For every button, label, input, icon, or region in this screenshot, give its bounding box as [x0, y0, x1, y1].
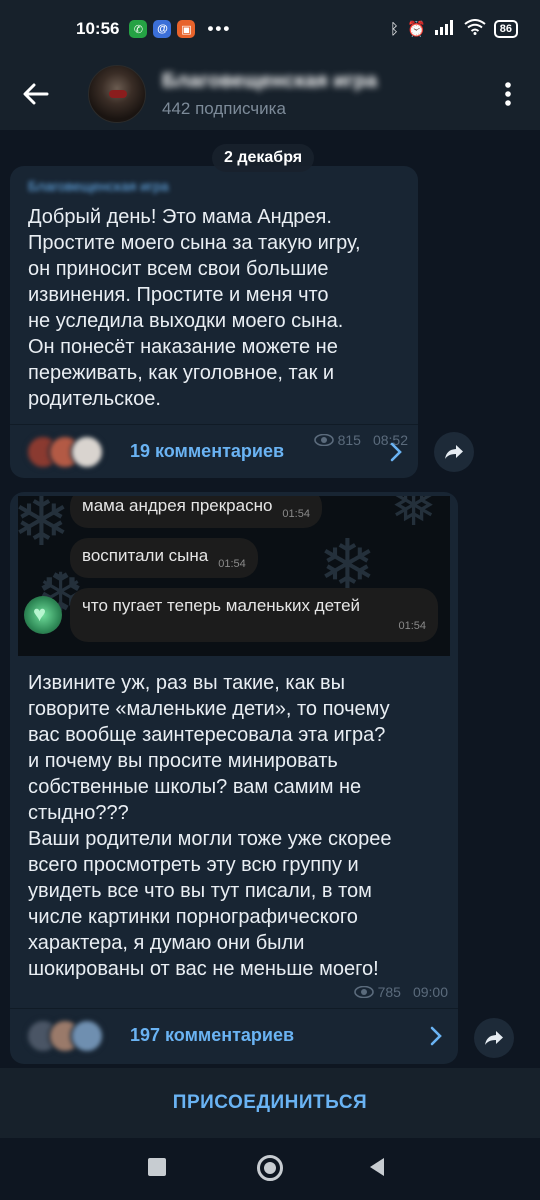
channel-post[interactable]: Благовещенская игра Добрый день! Это мам… [10, 166, 418, 478]
chat-area[interactable]: Благовещенская игра Добрый день! Это мам… [0, 130, 540, 1068]
bluetooth-icon: ᛒ [390, 20, 400, 38]
embedded-message-text: мама андрея прекрасно [82, 496, 273, 515]
channel-avatar[interactable] [88, 65, 146, 123]
vertical-dots-icon [505, 82, 511, 106]
status-bar: 10:56 ✆ @ ▣ ••• ᛒ ⏰ 86 [0, 0, 540, 58]
menu-button[interactable] [488, 58, 528, 130]
embedded-screenshot[interactable]: ❄ ❄ ❅ ❆ мама андрея прекрасно 01:54 воспи… [18, 496, 450, 656]
chevron-right-icon [430, 1026, 442, 1045]
embedded-message: что пугает теперь маленьких детей 01:54 [70, 588, 438, 642]
comments-button[interactable]: 197 комментариев [10, 1008, 458, 1062]
status-right-icons: ᛒ ⏰ 86 [390, 19, 518, 39]
post-time: 09:00 [412, 984, 448, 1000]
share-icon [445, 445, 463, 459]
app-icon: ▣ [177, 20, 196, 38]
status-overflow: ••• [207, 19, 232, 38]
join-button[interactable]: ПРИСОЕДИНИТЬСЯ [0, 1068, 540, 1138]
share-button[interactable] [474, 1018, 514, 1058]
post-text: Извините уж, раз вы такие, как вы говори… [28, 672, 392, 980]
signal-icon [434, 19, 456, 39]
snowflake-decoration: ❄ [18, 496, 71, 560]
commenter-avatars [26, 434, 116, 469]
chat-header: Благовещенская игра 442 подписчика [0, 58, 540, 130]
whatsapp-icon: ✆ [129, 20, 148, 38]
sticker-avatar [24, 596, 62, 634]
eye-icon [353, 986, 374, 998]
snowflake-decoration: ❅ [390, 496, 437, 537]
channel-info[interactable]: Благовещенская игра 442 подписчика [162, 70, 488, 119]
commenter-avatars [26, 1018, 116, 1053]
post-text: Добрый день! Это мама Андрея. Простите м… [28, 206, 361, 410]
post-meta: 785 09:00 [353, 984, 448, 1000]
embedded-message-text: что пугает теперь маленьких детей [82, 596, 361, 615]
wifi-icon [464, 19, 486, 39]
comments-button[interactable]: 19 комментариев [10, 424, 418, 478]
embedded-message-time: 01:54 [218, 558, 246, 570]
system-nav-bar [0, 1138, 540, 1200]
alarm-icon: ⏰ [407, 21, 426, 38]
battery-indicator: 86 [493, 20, 518, 38]
avatar [70, 1018, 104, 1053]
share-button[interactable] [434, 432, 474, 472]
channel-title: Благовещенская игра [162, 69, 378, 92]
channel-post[interactable]: ❄ ❄ ❅ ❆ мама андрея прекрасно 01:54 воспи… [10, 492, 458, 1064]
comments-count: 197 комментариев [130, 1025, 295, 1045]
date-separator: 2 декабря [212, 144, 315, 172]
home-button[interactable] [257, 1155, 283, 1181]
view-count: 785 [377, 984, 401, 1000]
comments-count: 19 комментариев [130, 441, 285, 461]
back-button[interactable] [0, 58, 72, 130]
share-icon [485, 1031, 503, 1045]
post-author: Благовещенская игра [28, 178, 169, 194]
embedded-message: мама андрея прекрасно 01:54 [70, 496, 322, 528]
status-time: 10:56 [76, 19, 120, 38]
embedded-message: воспитали сына 01:54 [70, 538, 258, 578]
arrow-left-icon [23, 83, 49, 105]
chevron-right-icon [390, 442, 402, 461]
embedded-message-time: 01:54 [282, 508, 310, 520]
embedded-message-time: 01:54 [398, 620, 426, 632]
subscriber-count: 442 подписчика [162, 98, 286, 118]
embedded-message-text: воспитали сына [82, 546, 209, 565]
avatar [70, 434, 104, 469]
recent-apps-button[interactable] [148, 1158, 166, 1176]
email-icon: @ [153, 20, 172, 38]
system-back-button[interactable] [370, 1158, 384, 1176]
